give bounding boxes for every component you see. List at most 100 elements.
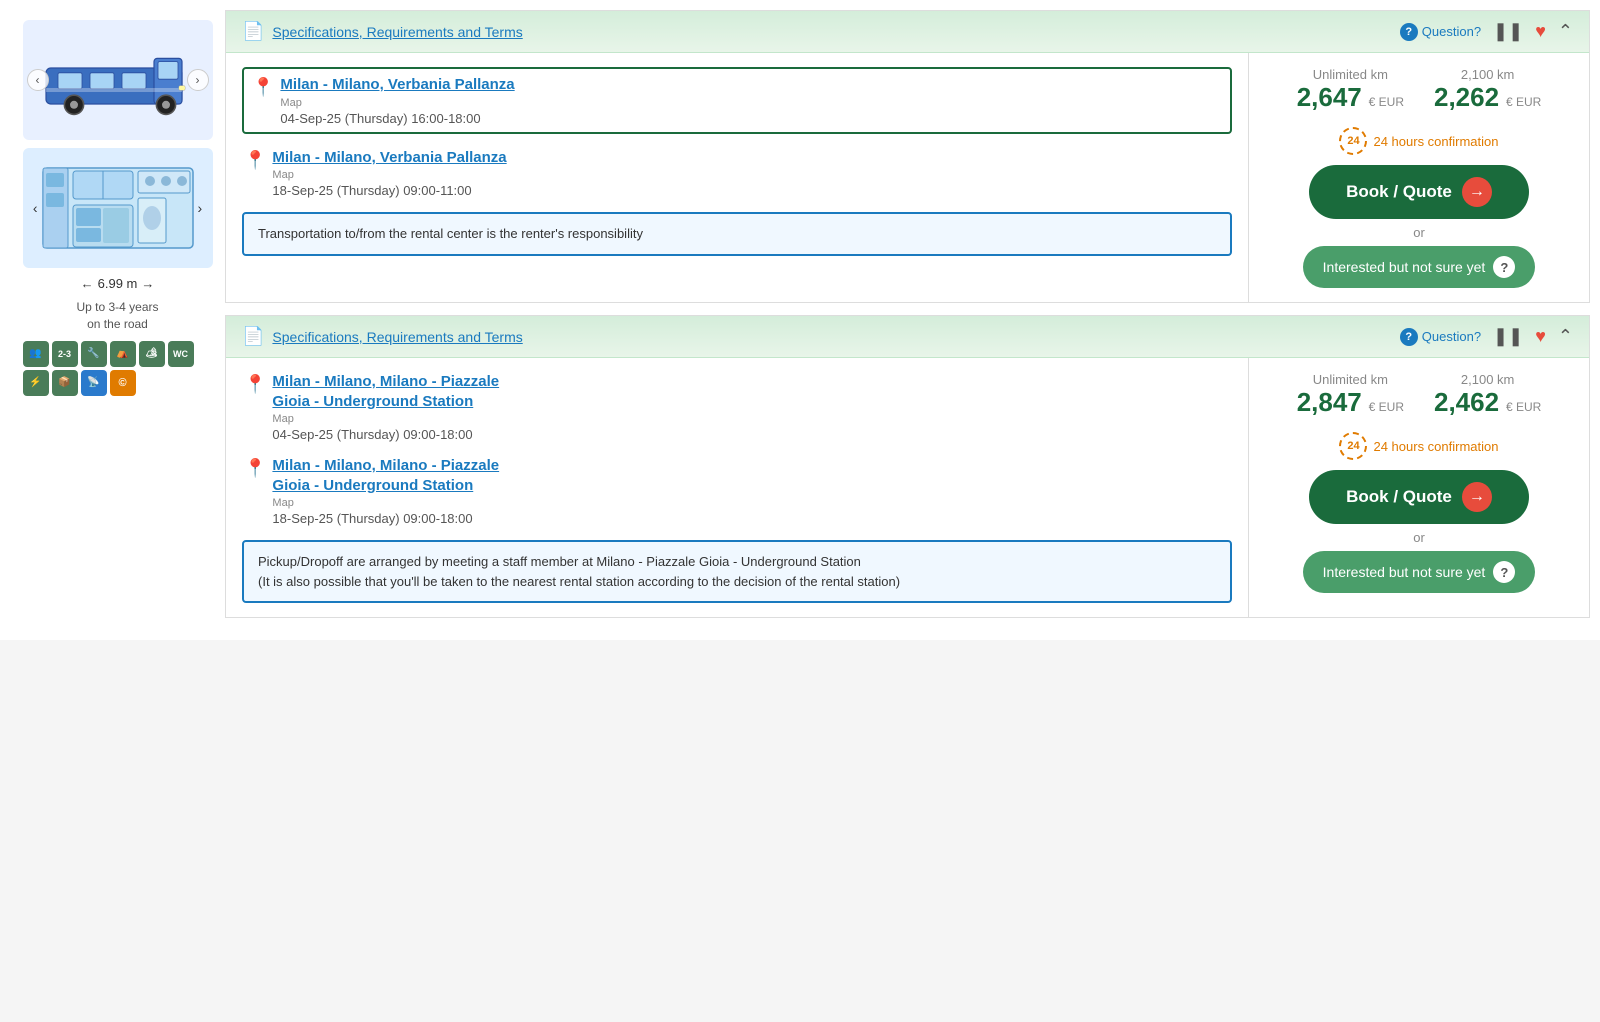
unlimited-label-2: Unlimited km bbox=[1297, 372, 1404, 387]
km2100-option-1: 2,100 km 2,262 € EUR bbox=[1434, 67, 1541, 113]
unlimited-price-2: 2,847 € EUR bbox=[1297, 387, 1404, 418]
pickup-location-link-2[interactable]: Milan - Milano, Milano - Piazzale Gioia … bbox=[272, 372, 1232, 411]
info-box-text-1: Transportation to/from the rental center… bbox=[258, 226, 643, 241]
icon-year: 2-3 bbox=[52, 341, 78, 367]
pickup-map-label-1: Map bbox=[280, 97, 1222, 109]
icon-electric: ⚡ bbox=[23, 370, 49, 396]
question-link-2[interactable]: ? Question? bbox=[1400, 328, 1481, 346]
km-options-2: Unlimited km 2,847 € EUR 2,100 km 2,462 … bbox=[1269, 372, 1569, 418]
unlimited-label-1: Unlimited km bbox=[1297, 67, 1404, 82]
card-body-1: 📍 Milan - Milano, Verbania Pallanza Map … bbox=[226, 53, 1589, 302]
share-icon-1[interactable]: ❚❚ bbox=[1493, 21, 1523, 42]
dropoff-pin-2: 📍 bbox=[244, 458, 266, 479]
dropoff-map-label-1: Map bbox=[272, 169, 1232, 181]
info-box-1: Transportation to/from the rental center… bbox=[242, 212, 1232, 256]
book-label-1: Book / Quote bbox=[1346, 182, 1452, 202]
km2100-label-1: 2,100 km bbox=[1434, 67, 1541, 82]
book-arrow-2: → bbox=[1462, 482, 1492, 512]
book-arrow-1: → bbox=[1462, 177, 1492, 207]
pickup-pin-2: 📍 bbox=[244, 374, 266, 395]
icon-camping2: 🏕 bbox=[139, 341, 165, 367]
photo-prev-button[interactable]: ‹ bbox=[27, 69, 49, 91]
dropoff-location-line2-2: Gioia - Underground Station bbox=[272, 477, 473, 494]
icon-copyright: © bbox=[110, 370, 136, 396]
or-text-1: or bbox=[1413, 225, 1425, 240]
confirmation-circle-2: 24 bbox=[1339, 432, 1367, 460]
interested-label-1: Interested but not sure yet bbox=[1323, 259, 1486, 275]
pickup-row-2: 📍 Milan - Milano, Milano - Piazzale Gioi… bbox=[244, 372, 1232, 442]
vehicle-photo: ‹ bbox=[23, 20, 213, 140]
dropoff-details-2: Milan - Milano, Milano - Piazzale Gioia … bbox=[272, 456, 1232, 526]
icon-box: 📦 bbox=[52, 370, 78, 396]
icon-wc: WC bbox=[168, 341, 194, 367]
dropoff-location-link-2[interactable]: Milan - Milano, Milano - Piazzale Gioia … bbox=[272, 456, 1232, 495]
unlimited-currency-2: € EUR bbox=[1369, 400, 1404, 414]
pickup-date-1: 04-Sep-25 (Thursday) 16:00-18:00 bbox=[280, 111, 1222, 126]
heart-icon-1[interactable]: ♥ bbox=[1535, 21, 1546, 42]
icon-tools: 🔧 bbox=[81, 341, 107, 367]
km2100-currency-2: € EUR bbox=[1506, 400, 1541, 414]
km2100-price-value-1: 2,262 bbox=[1434, 82, 1499, 112]
interested-info-circle-1: ? bbox=[1493, 256, 1515, 278]
unlimited-currency-1: € EUR bbox=[1369, 95, 1404, 109]
question-link-1[interactable]: ? Question? bbox=[1400, 23, 1481, 41]
unlimited-km-option-1: Unlimited km 2,647 € EUR bbox=[1297, 67, 1404, 113]
card-left-1: 📍 Milan - Milano, Verbania Pallanza Map … bbox=[226, 53, 1249, 302]
pickup-location-link-1[interactable]: Milan - Milano, Verbania Pallanza bbox=[280, 75, 1222, 95]
dropoff-date-2: 18-Sep-25 (Thursday) 09:00-18:00 bbox=[272, 511, 1232, 526]
confirmation-badge-2: 24 24 hours confirmation bbox=[1339, 432, 1498, 460]
interested-button-2[interactable]: Interested but not sure yet ? bbox=[1303, 551, 1536, 593]
km2100-option-2: 2,100 km 2,462 € EUR bbox=[1434, 372, 1541, 418]
dropoff-row-2: 📍 Milan - Milano, Milano - Piazzale Gioi… bbox=[244, 456, 1232, 526]
collapse-icon-2[interactable]: ⌃ bbox=[1558, 326, 1573, 347]
share-icon-2[interactable]: ❚❚ bbox=[1493, 326, 1523, 347]
book-button-1[interactable]: Book / Quote → bbox=[1309, 165, 1529, 219]
listing-card-1: 📄 Specifications, Requirements and Terms… bbox=[225, 10, 1590, 303]
doc-icon-2: 📄 bbox=[242, 326, 264, 347]
card-header-left-2: 📄 Specifications, Requirements and Terms bbox=[242, 326, 523, 347]
unlimited-price-value-1: 2,647 bbox=[1297, 82, 1362, 112]
book-button-2[interactable]: Book / Quote → bbox=[1309, 470, 1529, 524]
listing-card-2: 📄 Specifications, Requirements and Terms… bbox=[225, 315, 1590, 618]
specs-link-1[interactable]: Specifications, Requirements and Terms bbox=[272, 24, 522, 40]
km2100-price-1: 2,262 € EUR bbox=[1434, 82, 1541, 113]
icon-persons: 👥 bbox=[23, 341, 49, 367]
interested-label-2: Interested but not sure yet bbox=[1323, 564, 1486, 580]
interested-button-1[interactable]: Interested but not sure yet ? bbox=[1303, 246, 1536, 288]
km2100-price-2: 2,462 € EUR bbox=[1434, 387, 1541, 418]
heart-icon-2[interactable]: ♥ bbox=[1535, 326, 1546, 347]
pickup-row-1: 📍 Milan - Milano, Verbania Pallanza Map … bbox=[242, 67, 1232, 134]
length-value: 6.99 m bbox=[98, 276, 138, 291]
dropoff-details-1: Milan - Milano, Verbania Pallanza Map 18… bbox=[272, 148, 1232, 199]
icon-camping1: ⛺ bbox=[110, 341, 136, 367]
confirmation-circle-1: 24 bbox=[1339, 127, 1367, 155]
floorplan-image: ‹ bbox=[23, 148, 213, 268]
dropoff-location-link-1[interactable]: Milan - Milano, Verbania Pallanza bbox=[272, 148, 1232, 168]
km2100-label-2: 2,100 km bbox=[1434, 372, 1541, 387]
photo-next-button[interactable]: › bbox=[187, 69, 209, 91]
book-label-2: Book / Quote bbox=[1346, 487, 1452, 507]
specs-link-2[interactable]: Specifications, Requirements and Terms bbox=[272, 329, 522, 345]
motorhome-image bbox=[38, 40, 198, 120]
card-body-2: 📍 Milan - Milano, Milano - Piazzale Gioi… bbox=[226, 358, 1589, 617]
or-text-2: or bbox=[1413, 530, 1425, 545]
question-label-1: Question? bbox=[1422, 24, 1481, 39]
card-header-right-1: ? Question? ❚❚ ♥ ⌃ bbox=[1400, 21, 1573, 42]
info-box-text-2: Pickup/Dropoff are arranged by meeting a… bbox=[258, 554, 900, 589]
vehicle-age-text: Up to 3-4 yearson the road bbox=[76, 300, 158, 331]
question-circle-1: ? bbox=[1400, 23, 1418, 41]
pickup-date-2: 04-Sep-25 (Thursday) 09:00-18:00 bbox=[272, 427, 1232, 442]
collapse-icon-1[interactable]: ⌃ bbox=[1558, 21, 1573, 42]
info-box-2: Pickup/Dropoff are arranged by meeting a… bbox=[242, 540, 1232, 603]
pickup-details-1: Milan - Milano, Verbania Pallanza Map 04… bbox=[280, 75, 1222, 126]
unlimited-price-1: 2,647 € EUR bbox=[1297, 82, 1404, 113]
dropoff-location-line1-2: Milan - Milano, Milano - Piazzale bbox=[272, 457, 499, 474]
pickup-details-2: Milan - Milano, Milano - Piazzale Gioia … bbox=[272, 372, 1232, 442]
question-circle-2: ? bbox=[1400, 328, 1418, 346]
sidebar: ‹ bbox=[10, 10, 225, 630]
dropoff-row-1: 📍 Milan - Milano, Verbania Pallanza Map … bbox=[244, 148, 1232, 199]
interested-info-circle-2: ? bbox=[1493, 561, 1515, 583]
card-right-1: Unlimited km 2,647 € EUR 2,100 km 2,262 … bbox=[1249, 53, 1589, 302]
floorplan-svg bbox=[38, 158, 198, 258]
floorplan-next-button[interactable]: › bbox=[198, 200, 203, 216]
